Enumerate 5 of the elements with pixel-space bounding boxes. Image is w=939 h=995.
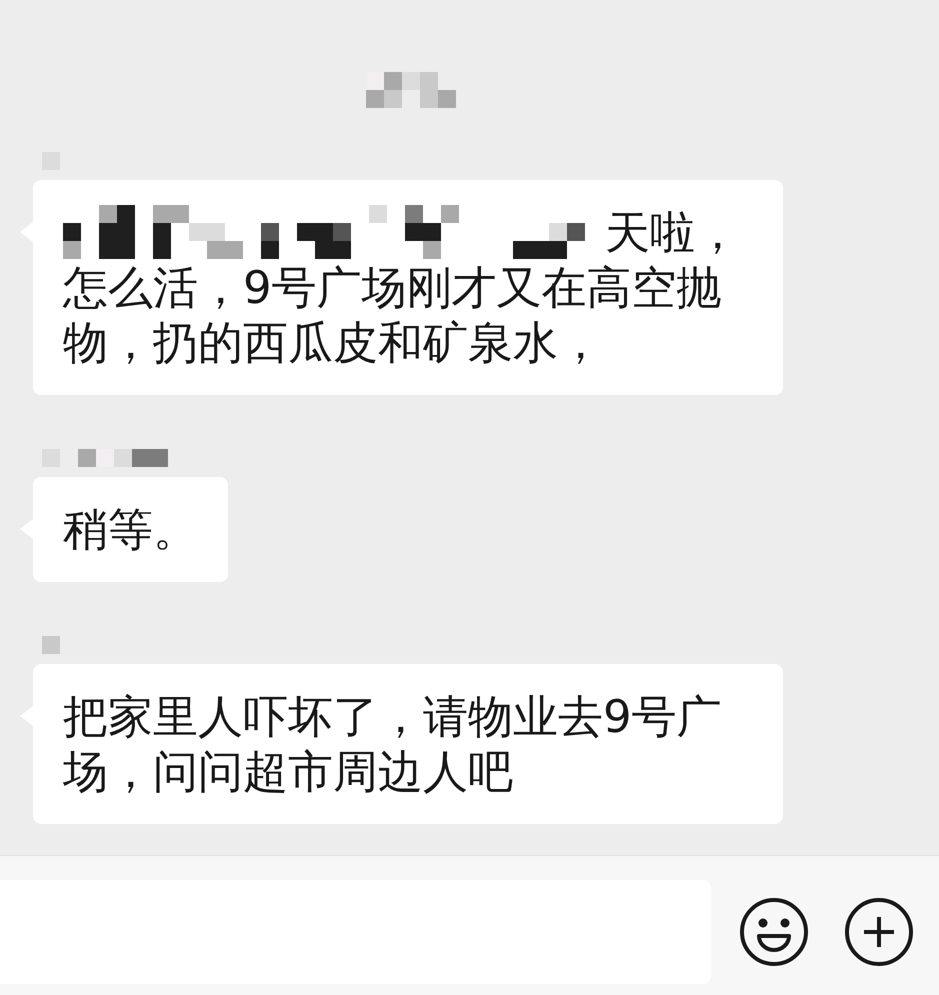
plus-icon[interactable] (844, 897, 914, 967)
message-text: 把家里人吓坏了，请物业去9号广场，问问超市周边人吧 (63, 690, 722, 798)
message-text: 稍等。 (63, 503, 198, 556)
smiley-icon[interactable] (739, 897, 809, 967)
message-text: 天啦，怎么活，9号广场刚才又在高空抛物，扔的西瓜皮和矿泉水， (63, 206, 740, 369)
